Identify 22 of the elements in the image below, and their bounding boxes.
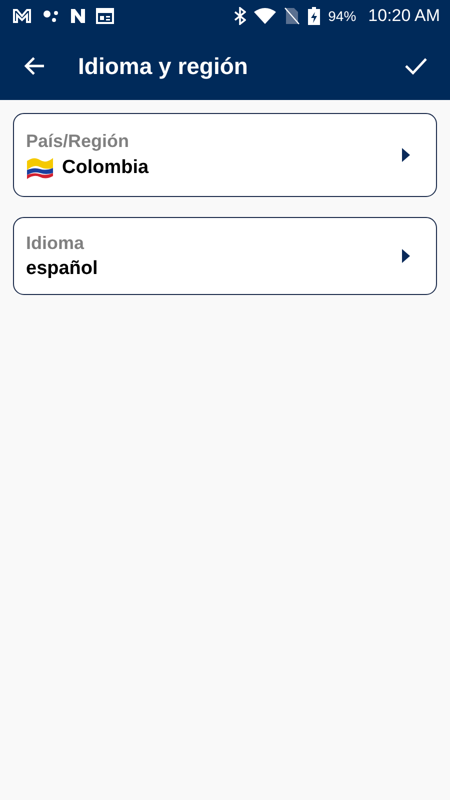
n-icon (70, 8, 86, 24)
setting-value: Colombia (62, 156, 149, 178)
checkmark-icon (404, 56, 428, 76)
battery-percent: 94% (328, 8, 356, 24)
mail-icon (12, 8, 32, 24)
wifi-icon (254, 8, 276, 24)
back-arrow-icon (23, 56, 45, 76)
setting-card[interactable]: Idioma español (13, 217, 437, 295)
flag-icon (26, 156, 54, 180)
setting-value: español (26, 258, 98, 280)
bluetooth-icon (234, 7, 246, 25)
caret-icon (402, 148, 410, 162)
calendar-icon (96, 8, 114, 24)
screen-title: Idioma y región (78, 52, 249, 80)
setting-label: País/Región (26, 130, 130, 152)
caret-icon (402, 249, 410, 263)
setting-card[interactable]: País/Región Colombia (13, 113, 437, 197)
battery-icon (308, 7, 320, 25)
clock-time: 10:20 AM (368, 6, 440, 26)
dots-icon (42, 8, 60, 24)
no-sim-icon (284, 7, 300, 25)
setting-label: Idioma (26, 232, 86, 254)
